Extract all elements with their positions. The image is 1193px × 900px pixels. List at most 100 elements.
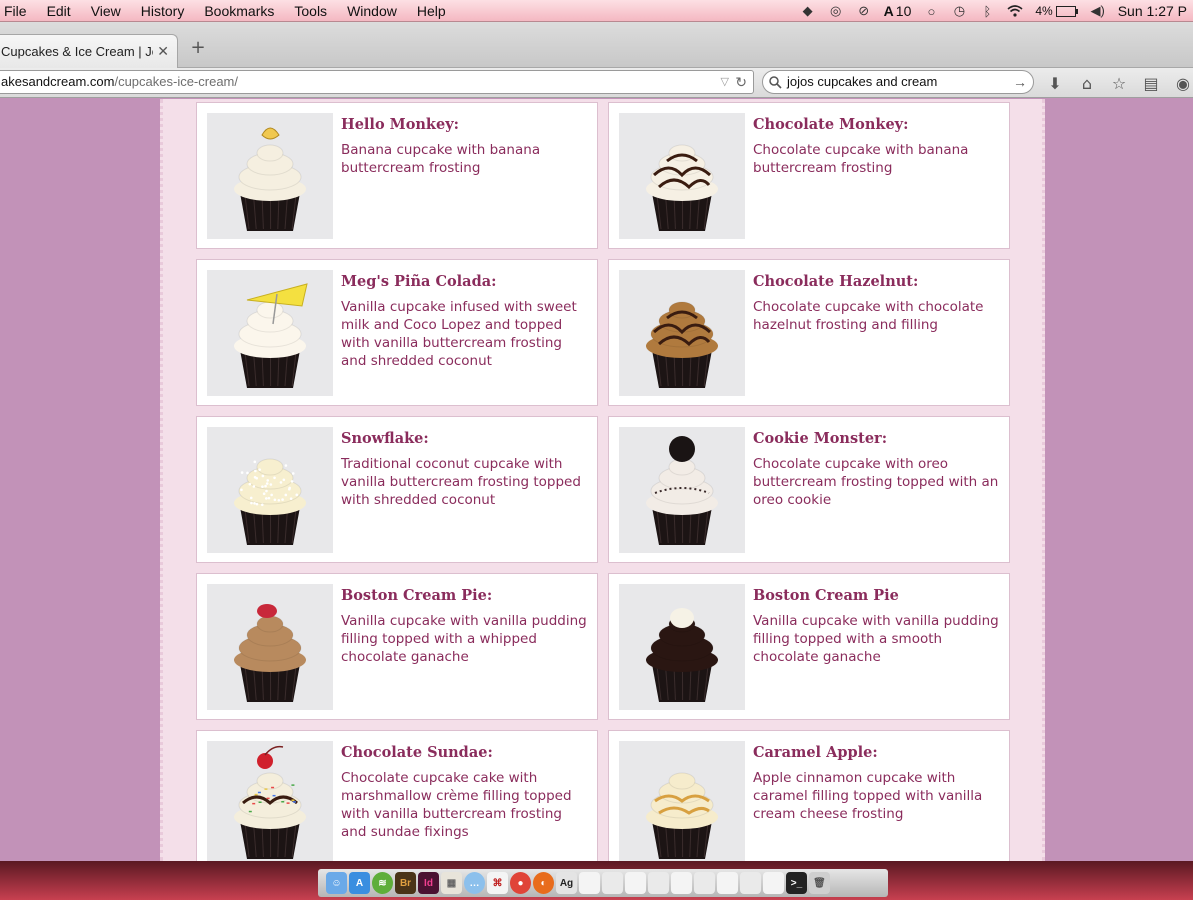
cupcake-image xyxy=(619,584,745,710)
cupcake-image xyxy=(619,113,745,239)
status-area: ◆ ◎ ⊘ A 10 ○ ◷ ᛒ 4% ◀) Sun 1:27 P xyxy=(800,0,1187,22)
adobe-update-count: 10 xyxy=(896,3,912,19)
document-icon[interactable] xyxy=(625,872,646,894)
bookmark-star-icon[interactable]: ☆ xyxy=(1108,72,1130,94)
navigation-bar: akesandcream.com/cupcakes-ice-cream/ ▽ ↻… xyxy=(0,68,1193,98)
menu-bookmarks[interactable]: Bookmarks xyxy=(194,0,284,22)
cupcake-card[interactable]: Cookie Monster: Chocolate cupcake with o… xyxy=(608,416,1010,563)
do-not-disturb-icon[interactable]: ⊘ xyxy=(856,4,872,18)
download-icon[interactable]: ⬇ xyxy=(1044,72,1066,94)
cupcake-description: Vanilla cupcake with vanilla pudding fil… xyxy=(341,612,587,666)
url-dropdown-icon[interactable]: ▽ xyxy=(721,71,729,93)
document-icon[interactable] xyxy=(763,872,784,894)
bluetooth-icon[interactable]: ᛒ xyxy=(979,4,995,18)
home-icon[interactable]: ⌂ xyxy=(1076,72,1098,94)
clock[interactable]: Sun 1:27 P xyxy=(1118,3,1187,19)
tab-strip: Cupcakes & Ice Cream | Jo... ✕ + xyxy=(0,22,1193,68)
document-icon[interactable] xyxy=(740,872,761,894)
cupcake-illustration xyxy=(207,427,333,553)
extension-icon[interactable]: ◉ xyxy=(1172,72,1193,94)
font-book-icon[interactable]: Ag xyxy=(556,872,577,894)
new-tab-button[interactable]: + xyxy=(186,36,210,60)
battery-status[interactable]: 4% xyxy=(1035,4,1077,18)
spotify-icon[interactable]: ≋ xyxy=(372,872,393,894)
cupcake-description: Apple cinnamon cupcake with caramel fill… xyxy=(753,769,999,823)
search-go-icon[interactable]: → xyxy=(1013,71,1027,93)
adobe-updates[interactable]: A 10 xyxy=(884,3,912,19)
reload-icon[interactable]: ↻ xyxy=(735,71,747,93)
menu-tools[interactable]: Tools xyxy=(284,0,337,22)
url-path: /cupcakes-ice-cream/ xyxy=(114,74,238,89)
cupcake-card[interactable]: Chocolate Sundae: Chocolate cupcake cake… xyxy=(196,730,598,861)
bridge-icon[interactable]: Br xyxy=(395,872,416,894)
cupcake-image xyxy=(207,427,333,553)
menu-view[interactable]: View xyxy=(81,0,131,22)
acrobat-icon[interactable]: ⌘ xyxy=(487,872,508,894)
cupcake-name: Caramel Apple: xyxy=(753,744,1001,761)
close-tab-icon[interactable]: ✕ xyxy=(157,43,169,60)
messages-icon[interactable]: ○ xyxy=(923,4,939,18)
finder-icon[interactable]: ☺ xyxy=(326,872,347,894)
url-bar[interactable]: akesandcream.com/cupcakes-ice-cream/ ▽ ↻ xyxy=(0,70,754,94)
cupcake-illustration xyxy=(619,113,745,239)
indesign-icon[interactable]: Id xyxy=(418,872,439,894)
document-icon[interactable] xyxy=(671,872,692,894)
cupcake-illustration xyxy=(619,741,745,861)
menu-file[interactable]: File xyxy=(0,0,37,22)
time-machine-icon[interactable]: ◷ xyxy=(951,4,967,18)
cupcake-card[interactable]: Caramel Apple: Apple cinnamon cupcake wi… xyxy=(608,730,1010,861)
dropbox-icon[interactable]: ◆ xyxy=(800,4,816,18)
volume-icon[interactable]: ◀) xyxy=(1090,4,1106,18)
cupcake-image xyxy=(207,270,333,396)
cupcake-image xyxy=(619,270,745,396)
menu-help[interactable]: Help xyxy=(407,0,456,22)
document-icon[interactable] xyxy=(694,872,715,894)
document-icon[interactable] xyxy=(602,872,623,894)
reading-list-icon[interactable]: ▤ xyxy=(1140,72,1162,94)
messages-dock-icon[interactable]: … xyxy=(464,872,485,894)
cupcake-card[interactable]: Chocolate Monkey: Chocolate cupcake with… xyxy=(608,102,1010,249)
cupcake-card[interactable]: Boston Cream Pie Vanilla cupcake with va… xyxy=(608,573,1010,720)
search-icon xyxy=(769,71,782,96)
menu-history[interactable]: History xyxy=(131,0,195,22)
cupcake-description: Chocolate cupcake with oreo buttercream … xyxy=(753,455,999,509)
cupcake-name: Chocolate Monkey: xyxy=(753,116,1001,133)
app-store-icon[interactable]: A xyxy=(349,872,370,894)
trash-icon[interactable]: 🗑 xyxy=(809,872,830,894)
cupcake-description: Chocolate cupcake with chocolate hazelnu… xyxy=(753,298,999,334)
cupcake-name: Cookie Monster: xyxy=(753,430,1001,447)
preview-icon[interactable]: ▦ xyxy=(441,872,462,894)
search-input[interactable]: jojos cupcakes and cream xyxy=(787,74,937,89)
cupcake-illustration xyxy=(207,741,333,861)
menu-edit[interactable]: Edit xyxy=(37,0,81,22)
cupcake-description: Traditional coconut cupcake with vanilla… xyxy=(341,455,587,509)
terminal-icon[interactable]: >_ xyxy=(786,872,807,894)
cupcake-card[interactable]: Chocolate Hazelnut: Chocolate cupcake wi… xyxy=(608,259,1010,406)
cupcake-description: Banana cupcake with banana buttercream f… xyxy=(341,141,587,177)
creative-cloud-icon[interactable]: ◎ xyxy=(828,4,844,18)
macos-menubar: File Edit View History Bookmarks Tools W… xyxy=(0,0,1193,22)
cupcake-image xyxy=(207,584,333,710)
cupcake-card[interactable]: Hello Monkey: Banana cupcake with banana… xyxy=(196,102,598,249)
cupcake-card[interactable]: Meg's Piña Colada: Vanilla cupcake infus… xyxy=(196,259,598,406)
cupcake-illustration xyxy=(619,584,745,710)
wifi-icon[interactable] xyxy=(1007,4,1023,18)
cupcake-description: Chocolate cupcake cake with marshmallow … xyxy=(341,769,587,841)
battery-icon xyxy=(1056,6,1078,17)
cupcake-card[interactable]: Snowflake: Traditional coconut cupcake w… xyxy=(196,416,598,563)
search-bar[interactable]: jojos cupcakes and cream → xyxy=(762,70,1034,94)
document-icon[interactable] xyxy=(717,872,738,894)
chrome-icon[interactable]: ● xyxy=(510,872,531,894)
tab-cupcakes[interactable]: Cupcakes & Ice Cream | Jo... ✕ xyxy=(0,34,178,68)
cupcake-illustration xyxy=(207,270,333,396)
firefox-icon[interactable]: ◐ xyxy=(533,872,554,894)
cupcake-description: Chocolate cupcake with banana buttercrea… xyxy=(753,141,999,177)
cupcake-card[interactable]: Boston Cream Pie: Vanilla cupcake with v… xyxy=(196,573,598,720)
document-icon[interactable] xyxy=(648,872,669,894)
cupcake-image xyxy=(207,741,333,861)
url-domain: akesandcream.com xyxy=(1,74,114,89)
document-icon[interactable] xyxy=(579,872,600,894)
cupcake-name: Chocolate Sundae: xyxy=(341,744,589,761)
cupcake-description: Vanilla cupcake infused with sweet milk … xyxy=(341,298,587,370)
menu-window[interactable]: Window xyxy=(337,0,407,22)
